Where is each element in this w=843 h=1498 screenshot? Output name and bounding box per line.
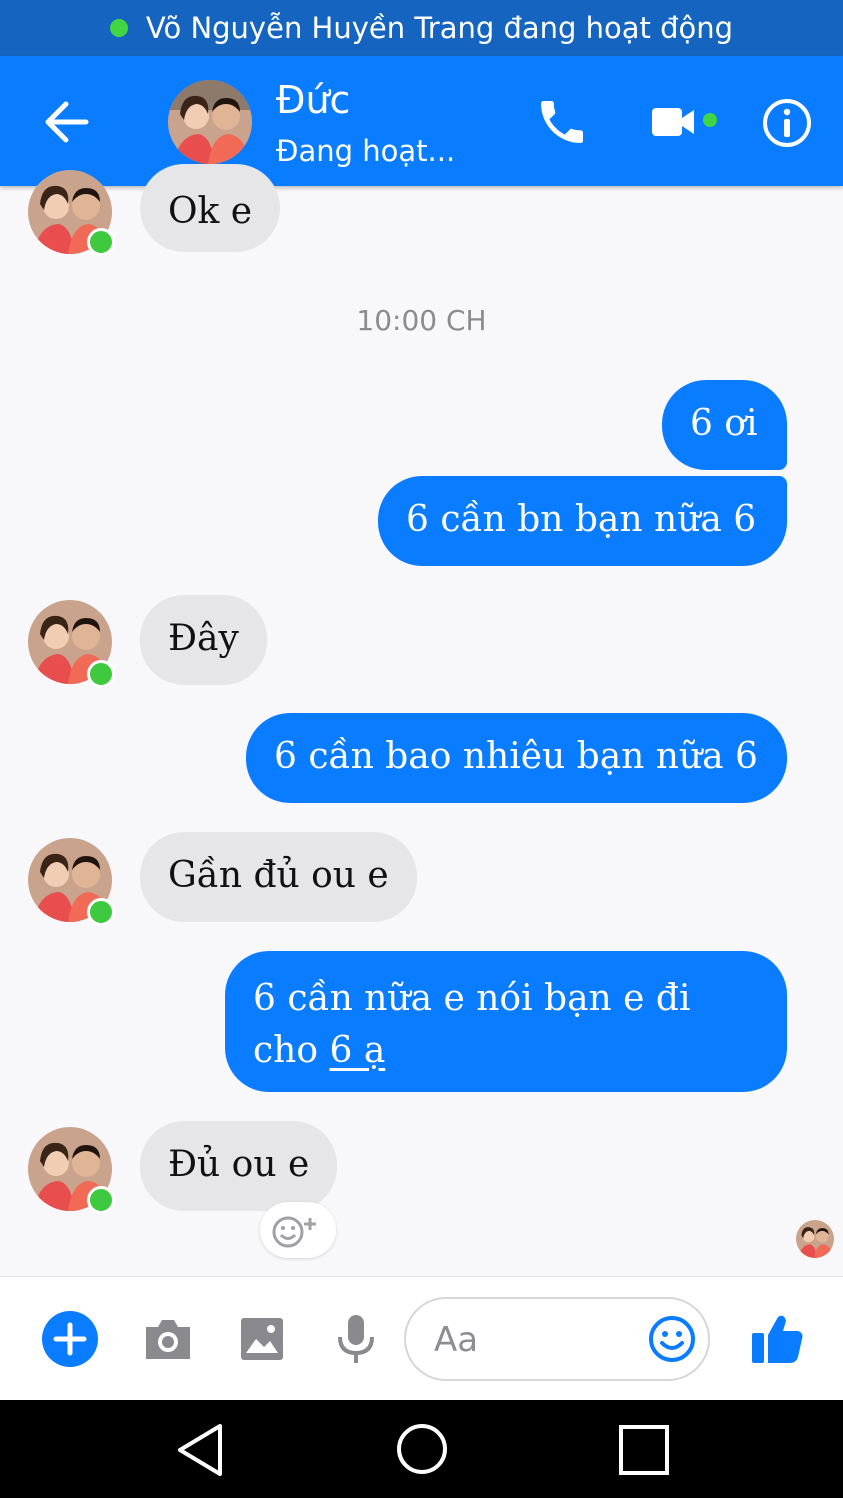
triangle-back-icon <box>178 1424 222 1476</box>
microphone-icon <box>338 1315 374 1363</box>
message-bubble-outgoing[interactable]: 6 cần bn bạn nữa 6 <box>378 476 787 566</box>
image-icon <box>241 1318 283 1360</box>
message-timestamp: 10:00 CH <box>356 304 487 337</box>
contact-status: Đang hoạt... <box>276 134 456 168</box>
message-bubble-incoming[interactable]: Ok e <box>140 164 281 252</box>
add-reaction-button[interactable] <box>260 1202 336 1258</box>
online-indicator <box>87 660 115 688</box>
message-bubble-outgoing[interactable]: 6 cần bao nhiêu bạn nữa 6 <box>246 713 787 803</box>
seen-receipt-avatar <box>796 1220 834 1258</box>
gallery-button[interactable] <box>238 1315 286 1367</box>
info-button[interactable] <box>760 96 814 150</box>
online-indicator <box>87 898 115 926</box>
message-input-field[interactable] <box>404 1297 710 1381</box>
active-status-text: Võ Nguyễn Huyền Trang đang hoạt động <box>145 11 734 45</box>
message-bubble-incoming[interactable]: Gần đủ ou e <box>140 832 417 922</box>
back-button[interactable] <box>36 96 96 148</box>
like-button[interactable] <box>748 1309 806 1371</box>
video-camera-icon <box>652 108 717 136</box>
nav-back-button[interactable] <box>174 1422 226 1482</box>
chat-header: Đức Đang hoạt... <box>0 56 843 186</box>
contact-avatar[interactable] <box>168 80 252 164</box>
message-input[interactable] <box>432 1313 636 1367</box>
avatar-photo-icon <box>168 80 252 164</box>
camera-button[interactable] <box>142 1315 194 1367</box>
online-dot-icon <box>109 19 128 37</box>
message-bubble-outgoing[interactable]: 6 cần nữa e nói bạn e đi cho 6 ạ <box>225 951 787 1092</box>
phone-icon <box>541 101 583 143</box>
message-link[interactable]: 6 ạ <box>329 1030 385 1071</box>
camera-icon <box>146 1320 190 1359</box>
avatar-photo-icon <box>796 1220 834 1258</box>
message-bubble-outgoing[interactable]: 6 ơi <box>662 380 787 470</box>
message-composer <box>0 1276 843 1401</box>
online-indicator <box>87 228 115 256</box>
message-text-line: 6 cần nữa e nói bạn e đi <box>253 978 691 1019</box>
info-icon <box>763 99 811 147</box>
online-indicator <box>87 1186 115 1214</box>
emoji-button[interactable] <box>646 1313 698 1365</box>
system-navigation-bar <box>0 1400 843 1498</box>
plus-icon <box>42 1311 98 1367</box>
emoji-icon <box>649 1316 695 1362</box>
more-actions-button[interactable] <box>40 1309 100 1373</box>
add-reaction-icon <box>272 1216 316 1248</box>
message-text-prefix: cho <box>253 1030 330 1071</box>
square-recents-icon <box>619 1425 669 1475</box>
nav-home-button[interactable] <box>395 1422 449 1480</box>
message-text-line: cho 6 ạ <box>253 1025 759 1077</box>
nav-recents-button[interactable] <box>618 1424 670 1480</box>
voice-record-button[interactable] <box>334 1313 378 1371</box>
voice-call-button[interactable] <box>534 94 590 150</box>
active-status-banner: Võ Nguyễn Huyền Trang đang hoạt động <box>0 0 843 56</box>
contact-name[interactable]: Đức <box>276 78 350 122</box>
message-bubble-incoming[interactable]: Đây <box>140 595 267 685</box>
arrow-left-icon <box>45 101 89 143</box>
thumbs-up-icon <box>752 1315 803 1363</box>
message-bubble-incoming[interactable]: Đủ ou e <box>140 1121 338 1211</box>
video-call-button[interactable] <box>648 98 724 146</box>
circle-home-icon <box>397 1424 447 1474</box>
